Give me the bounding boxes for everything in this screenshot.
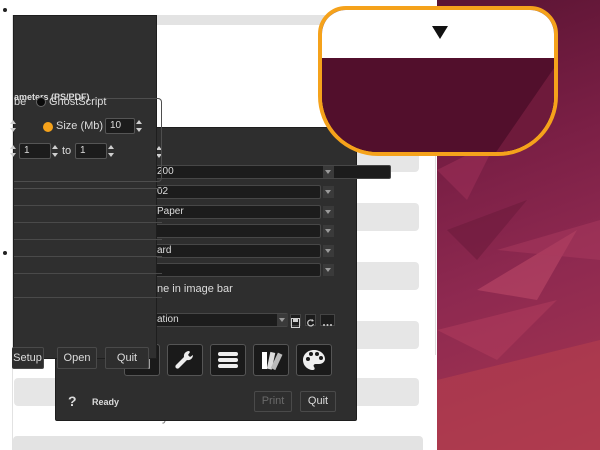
bullet-dot [3, 251, 7, 255]
size-stepper[interactable] [136, 119, 142, 133]
range-to-stepper[interactable] [108, 144, 114, 158]
spin-arrows-icon[interactable] [10, 119, 16, 133]
bullet-dot [3, 8, 7, 12]
cursor-arrow-icon [432, 26, 448, 39]
print-button[interactable]: Print [254, 391, 292, 412]
setting-field-4[interactable] [153, 224, 321, 238]
setting-field-1[interactable]: 200 [153, 165, 391, 179]
list-row-divider [14, 205, 162, 206]
dropdown-arrow-icon[interactable] [277, 314, 288, 326]
dropdown-arrow-icon[interactable] [323, 225, 334, 237]
radio-partial-label[interactable]: be [14, 96, 26, 108]
range-from-input[interactable]: 1 [19, 143, 51, 159]
palette-button[interactable] [296, 344, 332, 376]
list-row-divider [14, 239, 162, 240]
magnifier-lens [318, 6, 558, 156]
setting-field-2[interactable]: 02 [153, 185, 321, 199]
status-text: Ready [92, 397, 120, 407]
quit-button[interactable]: Quit [300, 391, 336, 412]
size-input[interactable]: 10 [105, 118, 135, 134]
settings-button[interactable] [167, 344, 203, 376]
size-radio[interactable] [43, 122, 53, 132]
spin-arrows-icon[interactable] [10, 144, 16, 158]
save-preset-button[interactable] [290, 314, 301, 328]
wrench-icon [175, 350, 194, 369]
setting-field-3[interactable]: Paper [153, 205, 321, 219]
dropdown-arrow-icon[interactable] [323, 166, 334, 178]
range-to-label: to [62, 145, 72, 157]
swatchbook-icon [262, 351, 283, 371]
refresh-preset-button[interactable] [305, 314, 316, 327]
list-row-divider [14, 297, 162, 298]
more-options-button[interactable] [320, 314, 335, 326]
dropdown-arrow-icon[interactable] [323, 186, 334, 198]
magnified-wallpaper [322, 58, 554, 152]
setting-field-5[interactable]: ard [153, 244, 321, 258]
ghostscript-label[interactable]: GhostScript [49, 96, 106, 108]
ellipsis-icon [323, 324, 332, 326]
palette-icon [303, 350, 325, 370]
dropdown-arrow-icon[interactable] [323, 264, 334, 276]
preset-field[interactable]: ation [153, 313, 288, 327]
parameters-dialog: ameters (PS/PDF) be GhostScript Size (Mb… [10, 15, 162, 369]
ghostscript-radio[interactable] [36, 97, 46, 107]
image-bar-checkbox-label[interactable]: ne in image bar [157, 283, 233, 295]
help-icon[interactable]: ? [68, 393, 77, 409]
page-row [13, 436, 423, 450]
magnified-wallpaper-shape [322, 58, 554, 152]
size-label[interactable]: Size (Mb) [56, 120, 103, 132]
list-button[interactable] [210, 344, 246, 376]
list-row-divider [14, 256, 162, 257]
file-list[interactable] [14, 188, 162, 308]
refresh-icon [307, 319, 315, 327]
range-to-input[interactable]: 1 [75, 143, 107, 159]
color-swatch-button[interactable] [253, 344, 289, 376]
dropdown-arrow-icon[interactable] [323, 206, 334, 218]
floppy-disk-icon [291, 318, 300, 328]
range-from-stepper[interactable] [52, 144, 58, 158]
dialog-quit-button[interactable]: Quit [105, 347, 149, 369]
list-icon [218, 352, 238, 368]
setting-field-6[interactable] [153, 263, 321, 277]
dropdown-arrow-icon[interactable] [323, 245, 334, 257]
list-row-divider [14, 273, 162, 274]
ps-pdf-group [14, 98, 162, 182]
open-button[interactable]: Open [57, 347, 97, 369]
setup-button[interactable]: Setup [12, 347, 44, 369]
list-row-divider [14, 222, 162, 223]
screen: y 200 02 Paper ard ne in image bar ation [0, 0, 600, 450]
